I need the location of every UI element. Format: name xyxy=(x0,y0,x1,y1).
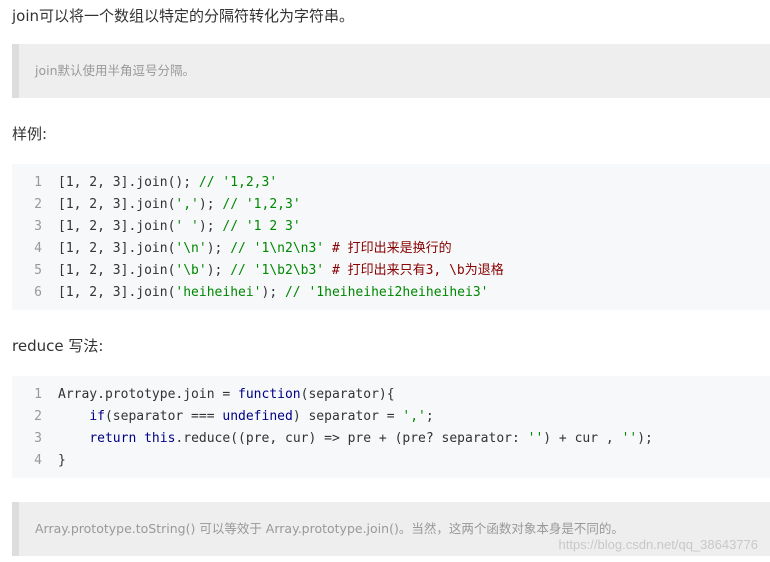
note-text-2: Array.prototype.toString() 可以等效于 Array.p… xyxy=(35,521,624,536)
code-token: [1, 2, 3].join( xyxy=(58,285,176,300)
code-token: ' ' xyxy=(175,219,199,234)
code-token: ); xyxy=(637,431,653,446)
line-number: 4 xyxy=(34,241,42,256)
code-token: [1, 2, 3].join( xyxy=(58,241,176,256)
code-token: '' xyxy=(527,431,544,446)
line-number: 1 xyxy=(34,175,42,190)
code-source: [1, 2, 3].join('\b'); // '1\b2\b3' # 打印出… xyxy=(58,260,504,282)
code-token: // '1 2 3' xyxy=(222,219,301,234)
note-text-1: join默认使用半角逗号分隔。 xyxy=(35,63,196,78)
line-number: 5 xyxy=(34,263,42,278)
code-line: 2 [1, 2, 3].join(','); // '1,2,3' xyxy=(12,194,770,216)
code-line: 2 if(separator === undefined) separator … xyxy=(12,406,770,428)
code-token: Array.prototype.join = xyxy=(58,387,239,402)
code-token: ); xyxy=(198,197,223,212)
code-line: 1 [1, 2, 3].join(); // '1,2,3' xyxy=(12,172,770,194)
line-number: 6 xyxy=(34,285,42,300)
code-source: return this.reduce((pre, cur) => pre + (… xyxy=(58,428,653,450)
code-token: ',' xyxy=(175,197,199,212)
code-token: '\b' xyxy=(175,263,207,278)
line-number: 4 xyxy=(34,453,42,468)
code-token: [1, 2, 3].join( xyxy=(58,197,176,212)
code-token: ); xyxy=(206,241,231,256)
code-token: # 打印出来是换行的 xyxy=(324,241,452,256)
line-number: 3 xyxy=(34,431,42,446)
code-token: this xyxy=(144,431,176,446)
line-number: 2 xyxy=(34,409,42,424)
code-token: 'heiheihei' xyxy=(175,285,262,300)
code-token: ; xyxy=(425,409,434,424)
code-line: 3 return this.reduce((pre, cur) => pre +… xyxy=(12,428,770,450)
code-source: [1, 2, 3].join('\n'); // '1\n2\n3' # 打印出… xyxy=(58,238,452,260)
code-token: undefined xyxy=(222,409,293,424)
code-token: ); xyxy=(206,263,231,278)
code-source: [1, 2, 3].join(' '); // '1 2 3' xyxy=(58,216,301,238)
code-token: } xyxy=(58,453,66,468)
code-token: (separator){ xyxy=(300,387,395,402)
reduce-heading: reduce 写法: xyxy=(12,337,104,355)
code-line: 6 [1, 2, 3].join('heiheihei'); // '1heihe… xyxy=(12,282,770,304)
code-token: [1, 2, 3].join( xyxy=(58,263,176,278)
code-source: if(separator === undefined) separator = … xyxy=(58,406,434,428)
code-source: } xyxy=(58,450,66,472)
code-source: [1, 2, 3].join('heiheihei'); // '1heihei… xyxy=(58,282,488,304)
note-blockquote-1: join默认使用半角逗号分隔。 xyxy=(12,44,770,98)
code-token: return xyxy=(89,431,137,446)
code-token: ); xyxy=(198,219,223,234)
code-token: '' xyxy=(621,431,638,446)
code-token: // '1,2,3' xyxy=(198,175,278,190)
code-token: '\n' xyxy=(175,241,207,256)
code-token: ) + cur , xyxy=(543,431,622,446)
code-token: [1, 2, 3].join(); xyxy=(58,175,199,190)
code-token: // '1\b2\b3' xyxy=(230,263,325,278)
line-number: 3 xyxy=(34,219,42,234)
code-line: 3 [1, 2, 3].join(' '); // '1 2 3' xyxy=(12,216,770,238)
code-token: # 打印出来只有3, \b为退格 xyxy=(324,263,504,278)
code-line: 4 [1, 2, 3].join('\n'); // '1\n2\n3' # 打印… xyxy=(12,238,770,260)
code-token: ) separator = xyxy=(292,409,403,424)
code-source: Array.prototype.join = function(separato… xyxy=(58,384,395,406)
watermark: https://blog.csdn.net/qq_38643776 xyxy=(558,537,759,552)
line-number: 2 xyxy=(34,197,42,212)
code-token: // '1\n2\n3' xyxy=(230,241,325,256)
code-token: // '1heiheihei2heiheihei3' xyxy=(284,285,489,300)
code-token: function xyxy=(238,387,301,402)
code-source: [1, 2, 3].join(); // '1,2,3' xyxy=(58,172,277,194)
code-line: 4} xyxy=(12,450,770,472)
code-token: .reduce((pre, cur) => pre + (pre? separa… xyxy=(175,431,528,446)
code-token: // '1,2,3' xyxy=(222,197,301,212)
code-block-reduce: 1 Array.prototype.join = function(separat… xyxy=(12,376,770,478)
code-token: [1, 2, 3].join( xyxy=(58,219,176,234)
code-token: (separator === xyxy=(104,409,223,424)
code-token: ',' xyxy=(402,409,426,424)
example-heading: 样例: xyxy=(12,125,48,143)
code-source: [1, 2, 3].join(','); // '1,2,3' xyxy=(58,194,301,216)
code-line: 1 Array.prototype.join = function(separat… xyxy=(12,384,770,406)
code-token: if xyxy=(89,409,105,424)
line-number: 1 xyxy=(34,387,42,402)
code-line: 5 [1, 2, 3].join('\b'); // '1\b2\b3' # 打印… xyxy=(12,260,770,282)
code-block-join-examples: 1 [1, 2, 3].join(); // '1,2,3' 2 [1, 2, 3].… xyxy=(12,164,770,310)
code-token: ); xyxy=(261,285,285,300)
intro-paragraph: join可以将一个数组以特定的分隔符转化为字符串。 xyxy=(12,7,355,25)
